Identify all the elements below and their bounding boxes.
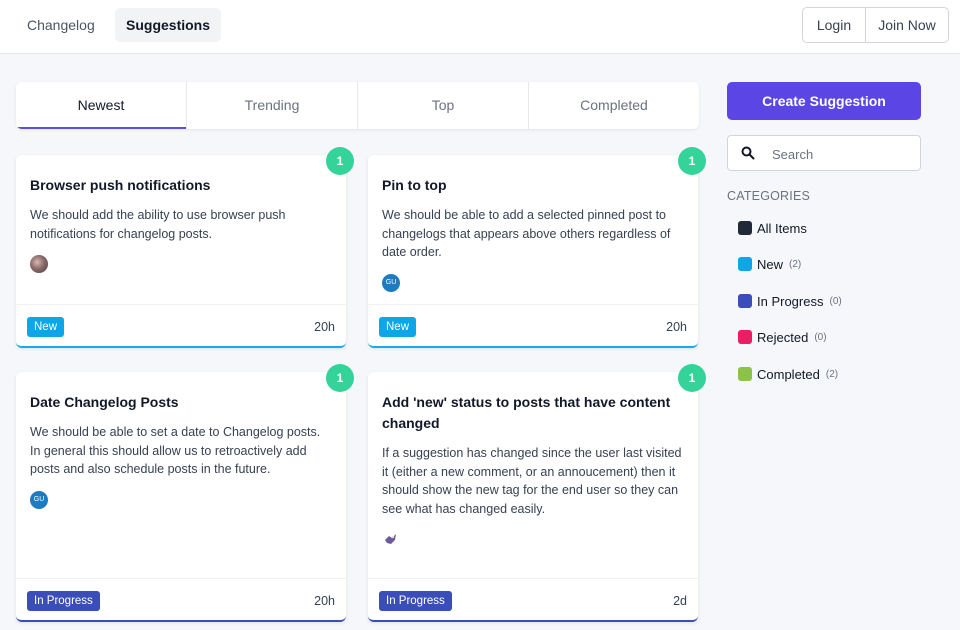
tab-top[interactable]: Top: [358, 82, 529, 129]
category-label: Completed: [757, 366, 820, 382]
vote-count-badge[interactable]: 1: [678, 364, 706, 392]
card-description: We should be able to add a selected pinn…: [382, 208, 671, 259]
nav-changelog-link[interactable]: Changelog: [16, 8, 106, 42]
suggestion-card[interactable]: 1 Browser push notifications We should a…: [16, 147, 354, 348]
card-footer: In Progress 20h: [16, 578, 346, 622]
card-timestamp: 2d: [673, 594, 687, 608]
category-color-swatch: [738, 367, 752, 381]
category-color-swatch: [738, 294, 752, 308]
user-avatar: GU: [30, 490, 48, 509]
status-badge: In Progress: [379, 591, 452, 611]
card-footer: New 20h: [368, 304, 698, 348]
category-label: Rejected: [757, 329, 809, 345]
user-avatar: [382, 530, 400, 548]
top-bar: Changelog Suggestions Login Join Now: [0, 0, 960, 54]
join-now-button[interactable]: Join Now: [866, 8, 948, 42]
status-badge: New: [27, 317, 65, 337]
category-count: (0): [814, 331, 827, 343]
user-avatar: [30, 255, 48, 273]
user-avatar: GU: [382, 273, 400, 292]
category-all-items[interactable]: All Items: [738, 220, 807, 236]
vote-count-badge[interactable]: 1: [678, 147, 706, 175]
bird-avatar-icon: [385, 534, 396, 544]
category-rejected[interactable]: Rejected (0): [738, 329, 827, 345]
tab-trending[interactable]: Trending: [187, 82, 358, 129]
login-button[interactable]: Login: [803, 8, 866, 42]
search-input[interactable]: [772, 144, 912, 164]
card-description: If a suggestion has changed since the us…: [382, 446, 682, 516]
category-new[interactable]: New (2): [738, 256, 801, 272]
sort-tabs: Newest Trending Top Completed: [16, 82, 699, 129]
category-label: New: [757, 256, 784, 272]
category-count: (0): [829, 295, 842, 307]
suggestion-card[interactable]: 1 Date Changelog Posts We should be able…: [16, 364, 354, 622]
search-box: [727, 135, 921, 171]
category-label: In Progress: [757, 293, 824, 309]
card-title: Date Changelog Posts: [30, 394, 179, 410]
vote-count-badge[interactable]: 1: [326, 364, 354, 392]
category-completed[interactable]: Completed (2): [738, 366, 838, 382]
tab-newest[interactable]: Newest: [16, 82, 187, 129]
category-label: All Items: [757, 220, 807, 236]
category-color-swatch: [738, 257, 752, 271]
category-in-progress[interactable]: In Progress (0): [738, 293, 842, 309]
suggestion-card[interactable]: 1 Pin to top We should be able to add a …: [368, 147, 706, 348]
card-title: Add 'new' status to posts that have cont…: [382, 394, 671, 431]
card-title: Pin to top: [382, 177, 447, 193]
category-color-swatch: [738, 330, 752, 344]
vote-count-badge[interactable]: 1: [326, 147, 354, 175]
auth-buttons: Login Join Now: [802, 7, 949, 43]
card-timestamp: 20h: [666, 320, 687, 334]
categories-heading: CATEGORIES: [727, 189, 811, 203]
status-badge: In Progress: [27, 591, 100, 611]
category-color-swatch: [738, 221, 752, 235]
suggestion-card[interactable]: 1 Add 'new' status to posts that have co…: [368, 364, 706, 622]
category-count: (2): [789, 258, 802, 270]
card-footer: New 20h: [16, 304, 346, 348]
tab-completed[interactable]: Completed: [529, 82, 699, 129]
status-badge: New: [379, 317, 417, 337]
nav-suggestions-link[interactable]: Suggestions: [115, 8, 222, 42]
card-title: Browser push notifications: [30, 177, 211, 193]
create-suggestion-button[interactable]: Create Suggestion: [727, 82, 921, 120]
card-description: We should be able to set a date to Chang…: [30, 425, 321, 476]
card-footer: In Progress 2d: [368, 578, 698, 622]
search-icon: [741, 146, 755, 160]
card-description: We should add the ability to use browser…: [30, 208, 286, 241]
card-timestamp: 20h: [314, 320, 335, 334]
card-timestamp: 20h: [314, 594, 335, 608]
category-count: (2): [825, 368, 839, 380]
